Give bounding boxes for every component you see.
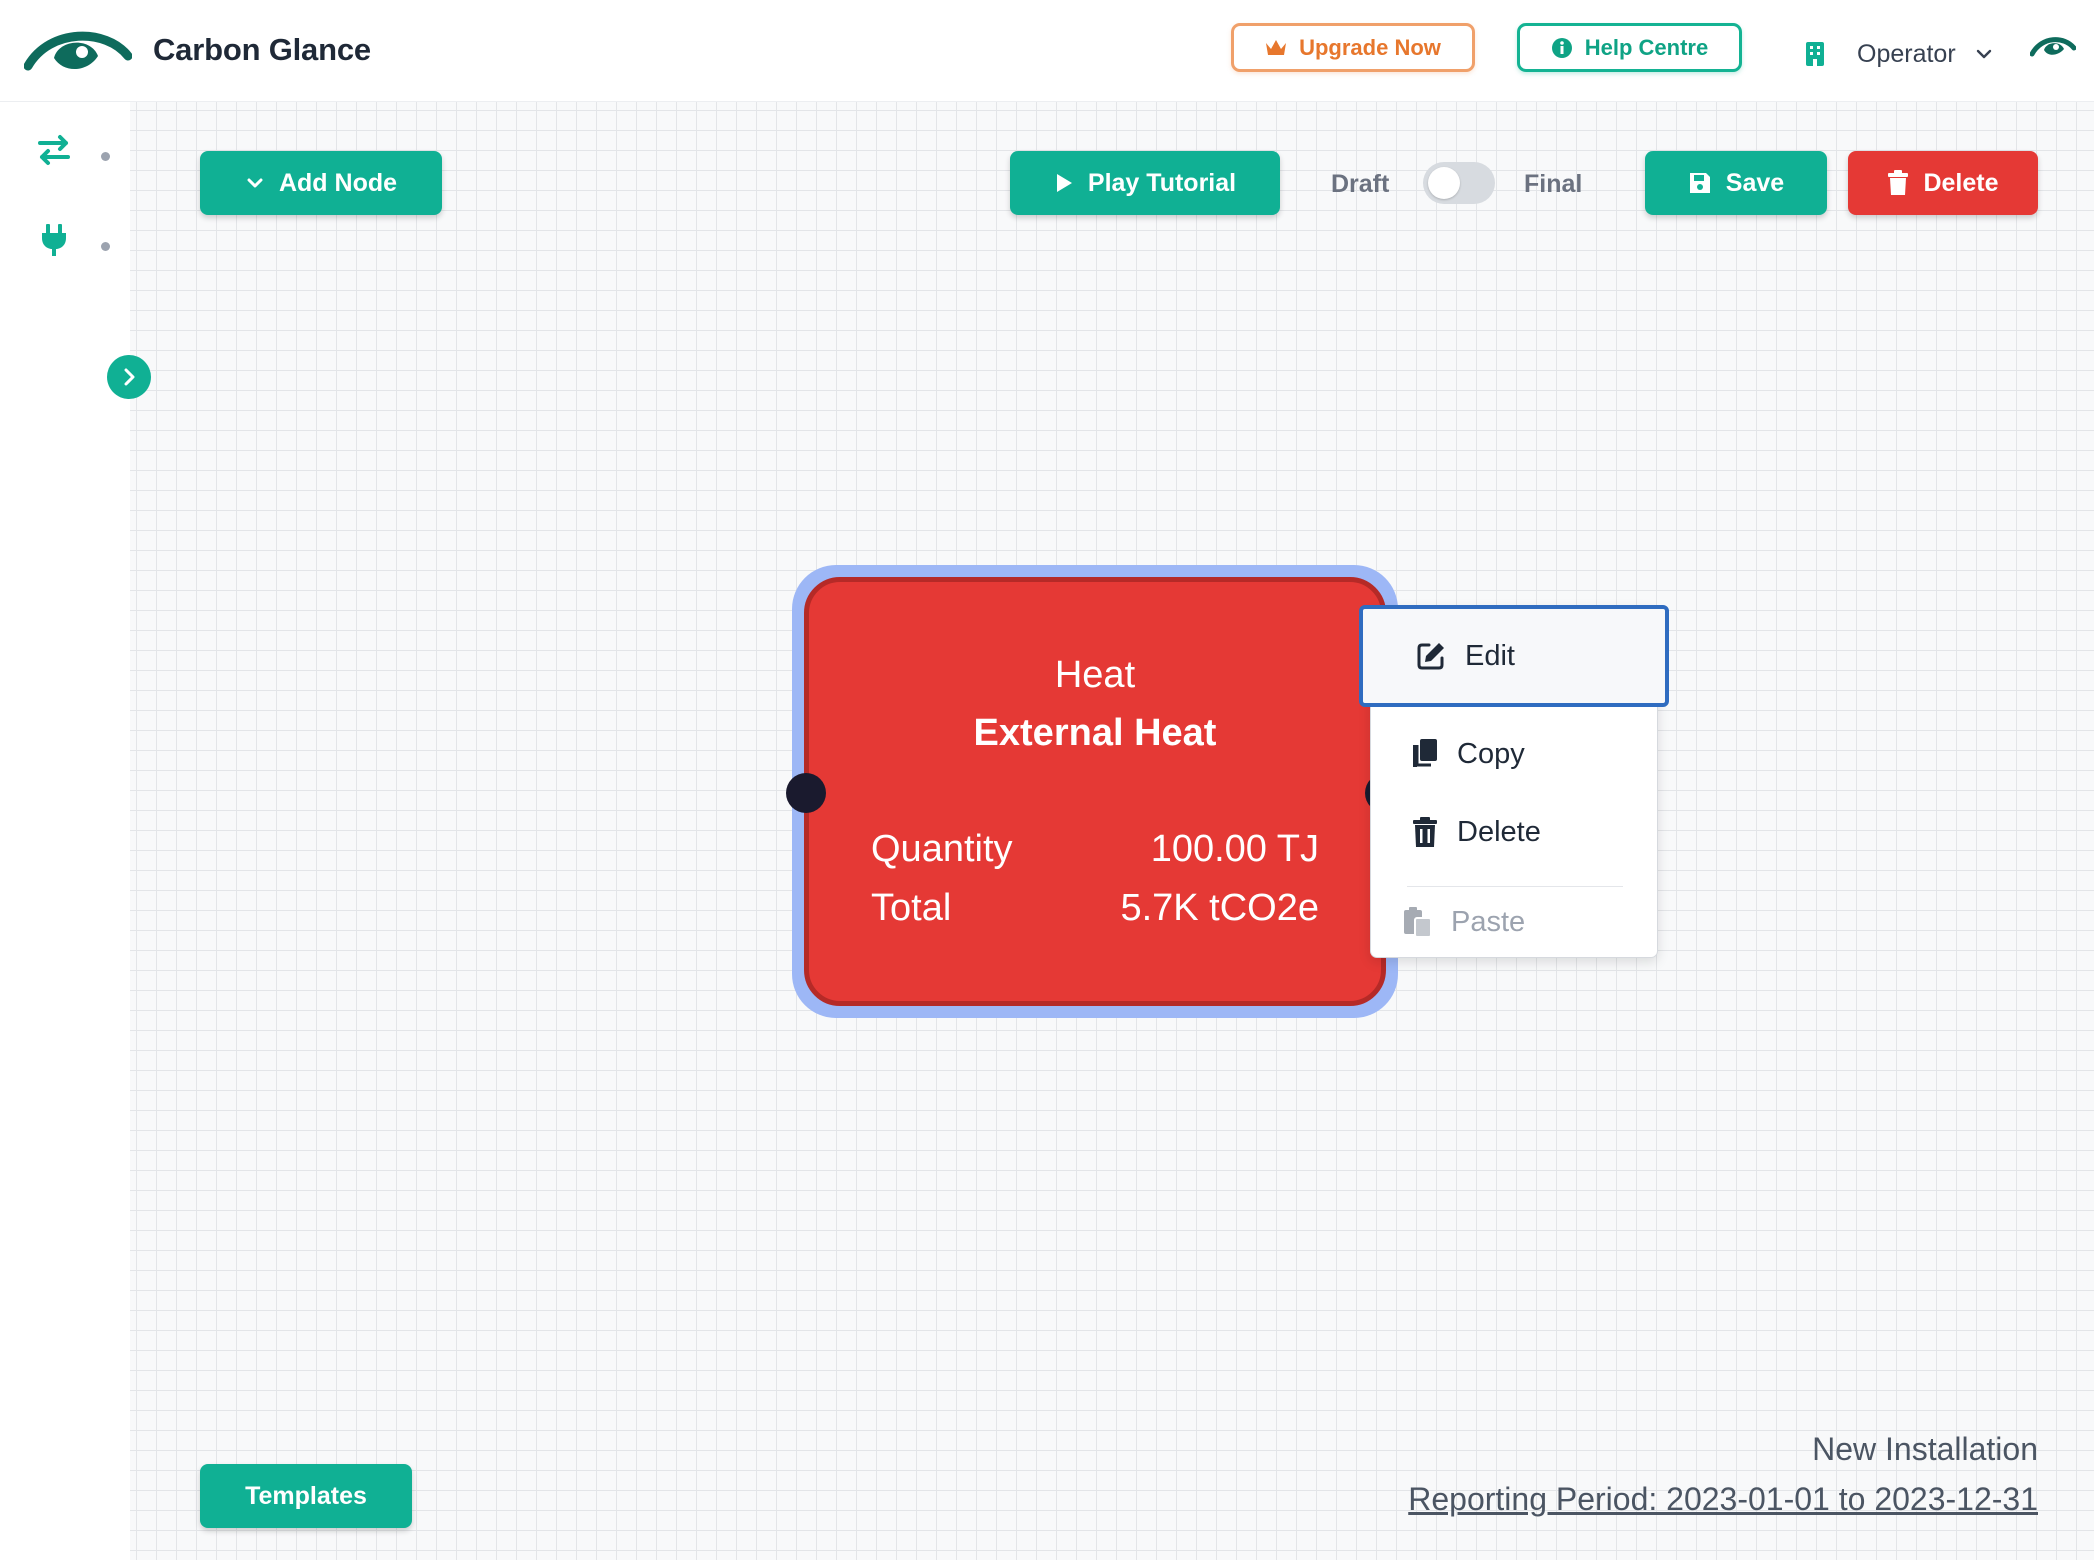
trash-icon bbox=[1413, 817, 1437, 847]
paste-icon bbox=[1404, 907, 1432, 938]
copy-icon bbox=[1413, 739, 1437, 767]
help-centre-button[interactable]: Help Centre bbox=[1517, 23, 1742, 72]
upgrade-now-label: Upgrade Now bbox=[1299, 34, 1441, 60]
carbon-glance-logo-icon[interactable] bbox=[24, 22, 132, 78]
chevron-down-icon bbox=[247, 178, 263, 188]
context-menu-delete[interactable]: Delete bbox=[1371, 793, 1657, 871]
add-node-button[interactable]: Add Node bbox=[200, 151, 442, 215]
save-button[interactable]: Save bbox=[1645, 151, 1827, 215]
sidebar-indicator-dot bbox=[101, 152, 110, 161]
save-label: Save bbox=[1725, 168, 1785, 197]
floppy-disk-icon bbox=[1689, 173, 1710, 193]
node-row-quantity: Quantity 100.00 TJ bbox=[871, 828, 1319, 871]
node-input-handle[interactable] bbox=[786, 773, 826, 813]
context-menu-copy[interactable]: Copy bbox=[1371, 715, 1657, 793]
templates-button[interactable]: Templates bbox=[200, 1464, 412, 1528]
context-menu-copy-label: Copy bbox=[1457, 737, 1525, 770]
add-node-label: Add Node bbox=[278, 168, 398, 197]
context-menu-paste[interactable]: Paste bbox=[1371, 887, 1657, 957]
draft-label: Draft bbox=[1331, 170, 1390, 198]
info-icon bbox=[1551, 37, 1572, 58]
context-menu-edit-label: Edit bbox=[1465, 639, 1515, 672]
play-tutorial-button[interactable]: Play Tutorial bbox=[1010, 151, 1280, 215]
chevron-down-icon[interactable] bbox=[1974, 44, 1994, 64]
context-menu-edit[interactable]: Edit bbox=[1359, 605, 1669, 707]
eye-icon[interactable] bbox=[2030, 34, 2076, 62]
exchange-arrows-icon[interactable] bbox=[36, 132, 72, 168]
final-label: Final bbox=[1524, 170, 1583, 198]
context-menu-delete-label: Delete bbox=[1457, 815, 1541, 848]
expand-sidebar-button[interactable] bbox=[107, 355, 151, 399]
node-row-value: 5.7K tCO2e bbox=[1120, 887, 1319, 929]
chevron-right-icon bbox=[124, 368, 135, 386]
play-icon bbox=[1056, 174, 1072, 192]
node-row-label: Total bbox=[871, 887, 952, 929]
draft-final-toggle[interactable] bbox=[1423, 162, 1495, 204]
play-tutorial-label: Play Tutorial bbox=[1087, 168, 1237, 197]
external-heat-node[interactable]: Heat External Heat Quantity 100.00 TJ To… bbox=[804, 577, 1386, 1006]
crown-icon bbox=[1266, 39, 1287, 55]
node-row-value: 100.00 TJ bbox=[1150, 828, 1319, 870]
context-menu-paste-label: Paste bbox=[1451, 905, 1526, 938]
building-icon bbox=[1806, 42, 1824, 66]
user-role-dropdown[interactable]: Operator bbox=[1857, 40, 1956, 69]
sidebar-indicator-dot bbox=[101, 242, 110, 251]
node-row-total: Total 5.7K tCO2e bbox=[871, 887, 1319, 930]
trash-icon bbox=[1888, 170, 1909, 195]
node-context-menu: Edit Copy Delete Paste bbox=[1359, 605, 1669, 958]
help-centre-label: Help Centre bbox=[1584, 34, 1709, 60]
installation-name: New Installation bbox=[1812, 1431, 2038, 1467]
delete-label: Delete bbox=[1923, 168, 1999, 197]
node-row-label: Quantity bbox=[871, 828, 1013, 870]
node-name: External Heat bbox=[973, 712, 1217, 754]
top-header: Carbon Glance Upgrade Now Help Centre Op… bbox=[0, 0, 2094, 102]
delete-button[interactable]: Delete bbox=[1848, 151, 2038, 215]
upgrade-now-button[interactable]: Upgrade Now bbox=[1231, 23, 1475, 72]
toggle-knob bbox=[1428, 167, 1460, 199]
left-sidebar bbox=[0, 102, 130, 1560]
node-type: Heat bbox=[1054, 654, 1136, 696]
edit-icon bbox=[1417, 643, 1444, 670]
plug-icon[interactable] bbox=[36, 222, 72, 258]
reporting-period-link[interactable]: Reporting Period: 2023-01-01 to 2023-12-… bbox=[1408, 1481, 2038, 1518]
brand-name: Carbon Glance bbox=[153, 32, 371, 67]
